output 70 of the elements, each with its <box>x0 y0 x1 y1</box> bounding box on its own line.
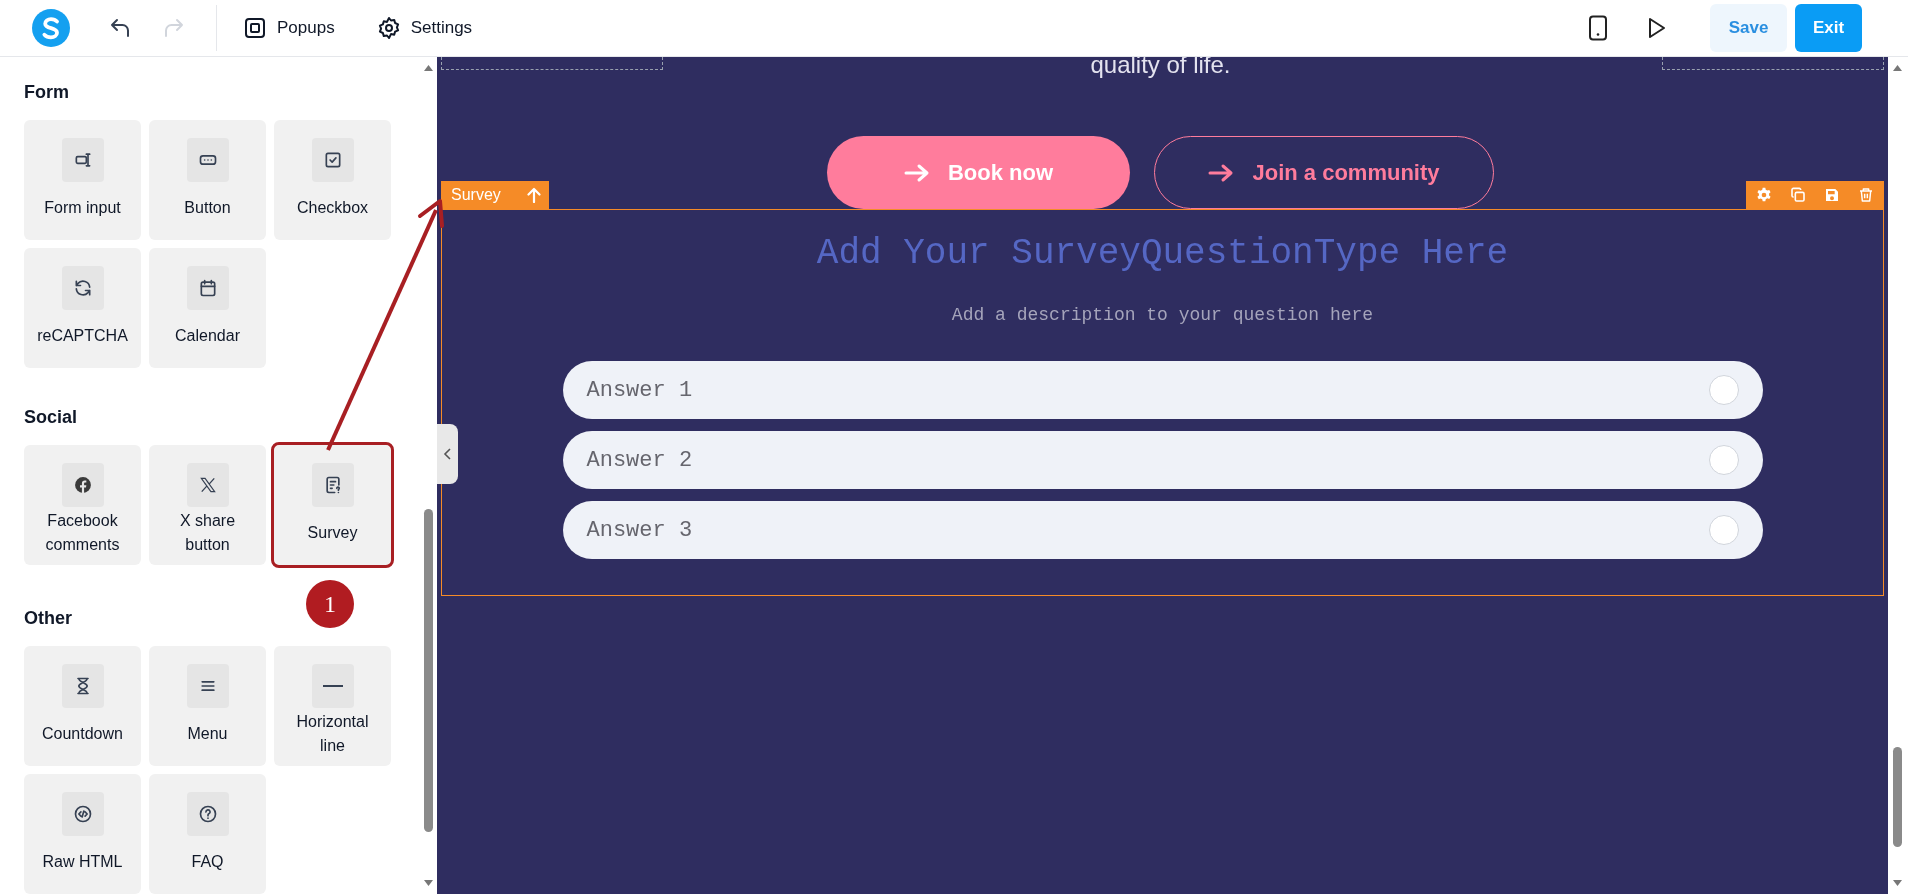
collapse-handle[interactable] <box>437 424 458 484</box>
arrow-up-icon <box>526 187 541 203</box>
settings-icon <box>376 16 401 40</box>
tile-label: X share button <box>178 511 237 555</box>
section-heading: Form <box>24 81 69 104</box>
scroll-thumb[interactable] <box>1893 747 1902 847</box>
widget-tile[interactable]: Checkbox <box>274 120 391 240</box>
tile-label: Menu <box>186 724 229 744</box>
answer-label: Answer 1 <box>586 376 693 405</box>
answer-option[interactable]: Answer 2 <box>562 431 1763 489</box>
tile-label: Countdown <box>41 724 124 744</box>
menu-button[interactable]: Settings <box>376 15 473 41</box>
widget-tile[interactable]: Menu <box>149 646 266 766</box>
scroll-thumb[interactable] <box>424 509 433 832</box>
section-heading: Other <box>24 607 72 630</box>
answer-option[interactable]: Answer 1 <box>562 361 1763 419</box>
code-icon <box>72 804 93 824</box>
answer-label: Answer 3 <box>586 516 693 545</box>
widget-tile[interactable]: Raw HTML <box>24 774 141 894</box>
widget-tile[interactable]: X share button <box>149 445 266 565</box>
widget-tile[interactable]: reCAPTCHA <box>24 248 141 368</box>
settings-icon[interactable] <box>1756 187 1772 203</box>
help-icon <box>197 804 218 824</box>
facebook-icon <box>72 475 93 495</box>
tile-label: Survey <box>306 523 359 543</box>
tile-label: reCAPTCHA <box>36 326 129 346</box>
survey-block[interactable]: Add Your SurveyQuestionType Here Add a description to your question here Answer 1 Answer 2 Answer 3 <box>441 209 1884 596</box>
step-badge: 1 <box>306 580 354 628</box>
scroll-up-icon[interactable] <box>424 65 433 71</box>
trash-icon[interactable] <box>1858 187 1874 203</box>
survey-description: Add a description to your question here <box>951 304 1374 327</box>
widget-tile[interactable]: FAQ <box>149 774 266 894</box>
tile-label: FAQ <box>190 852 225 872</box>
tile-label: Horizontal line <box>295 712 370 756</box>
tile-label: Form input <box>43 198 122 218</box>
radio-button[interactable] <box>1708 445 1739 475</box>
arrow-icon <box>1208 162 1235 183</box>
refresh-icon <box>72 278 93 298</box>
widget-tile[interactable]: Button <box>149 120 266 240</box>
save-icon[interactable] <box>1824 187 1840 203</box>
widget-tile[interactable]: Countdown <box>24 646 141 766</box>
widget-tile[interactable]: Calendar <box>149 248 266 368</box>
arrow-icon <box>903 162 930 183</box>
copy-icon[interactable] <box>1790 187 1806 203</box>
survey-title: Add Your SurveyQuestionType Here <box>816 232 1509 276</box>
scroll-down-icon[interactable] <box>1893 880 1902 886</box>
answer-option[interactable]: Answer 3 <box>562 501 1763 559</box>
radio-button[interactable] <box>1708 515 1739 545</box>
tile-label: Facebook comments <box>44 511 121 555</box>
logo-icon <box>32 9 70 47</box>
undo-icon[interactable] <box>108 16 132 40</box>
tile-label: Checkbox <box>295 198 370 218</box>
scroll-down-icon[interactable] <box>424 880 433 886</box>
line-icon <box>322 684 343 688</box>
answer-label: Answer 2 <box>586 446 693 475</box>
scroll-up-icon[interactable] <box>1893 65 1902 71</box>
selection-label: Survey <box>451 185 501 205</box>
tile-label: Button <box>183 198 232 218</box>
tile-label: Calendar <box>174 326 241 346</box>
section-heading: Social <box>24 406 78 429</box>
widget-tile[interactable]: Form input <box>24 120 141 240</box>
widget-tile[interactable]: Horizontal line <box>274 646 391 766</box>
chevron-left-icon <box>442 447 453 461</box>
play-icon[interactable] <box>1648 17 1666 39</box>
popup-icon <box>243 16 267 40</box>
phone-icon[interactable] <box>1588 15 1608 41</box>
widget-tile[interactable]: Facebook comments <box>24 445 141 565</box>
tile-label: Raw HTML <box>41 852 124 872</box>
radio-button[interactable] <box>1708 375 1739 405</box>
menu-button[interactable]: Popups <box>243 15 335 41</box>
